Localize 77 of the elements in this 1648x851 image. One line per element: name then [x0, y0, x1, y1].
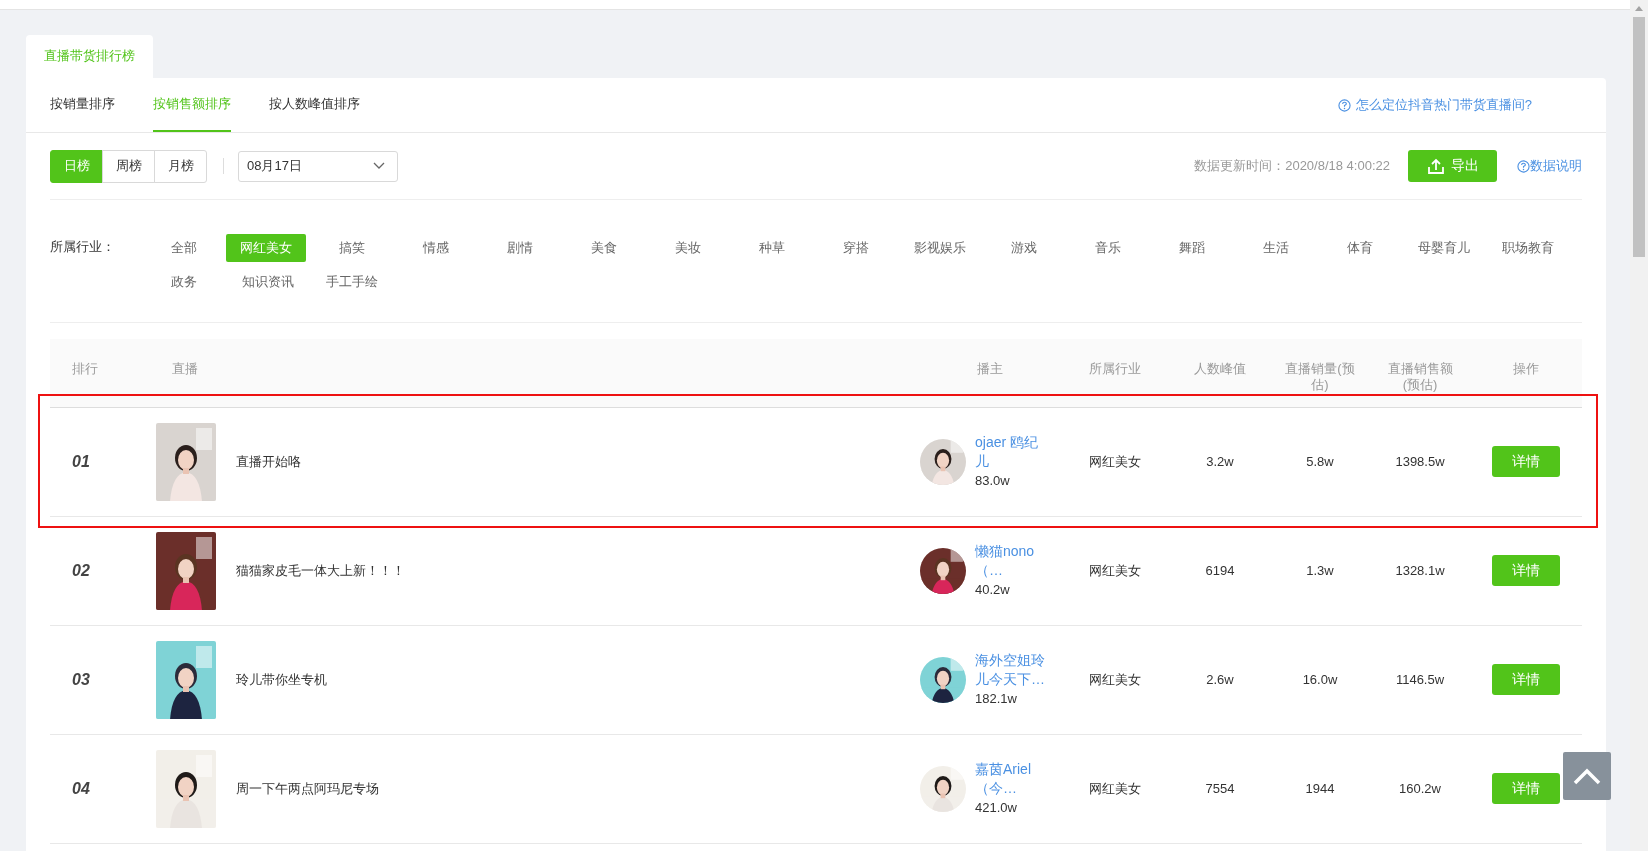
- live-title[interactable]: 猫猫家皮毛一体大上新！！！: [236, 561, 405, 580]
- table-cell: 16.0w: [1302, 672, 1338, 687]
- scroll-up-arrow-icon[interactable]: [1635, 6, 1643, 11]
- fan-count: 421.0w: [975, 799, 1018, 817]
- period-tab[interactable]: 月榜: [154, 149, 207, 183]
- industry-option[interactable]: 全部: [142, 234, 226, 262]
- table-cell: 1.3w: [1306, 563, 1334, 578]
- industry-option[interactable]: 舞蹈: [1150, 234, 1234, 262]
- table-cell: 3.2w: [1206, 454, 1234, 469]
- anchor-name[interactable]: 嘉茵Ariel（今…: [975, 760, 1049, 798]
- table-cell: 网红美女: [1089, 671, 1141, 687]
- column-header: 所属行业: [1089, 361, 1141, 376]
- industry-option[interactable]: 职场教育: [1486, 234, 1570, 262]
- industry-option[interactable]: 生活: [1234, 234, 1318, 262]
- industry-label: 所属行业：: [50, 238, 116, 256]
- scrollbar[interactable]: [1630, 0, 1648, 851]
- column-header: 直播: [172, 361, 198, 376]
- industry-option[interactable]: 母婴育儿: [1402, 234, 1486, 262]
- table-cell: 网红美女: [1089, 453, 1141, 469]
- column-header: 人数峰值: [1194, 361, 1246, 376]
- table-cell: 1944: [1305, 781, 1335, 796]
- sort-tab[interactable]: 按人数峰值排序: [269, 78, 360, 132]
- anchor-name[interactable]: 海外空姐玲儿今天下…: [975, 651, 1049, 689]
- column-header: 播主: [977, 361, 1003, 376]
- industry-option[interactable]: 知识资讯: [226, 268, 310, 296]
- industry-option[interactable]: 种草: [730, 234, 814, 262]
- rank-number: 03: [72, 670, 90, 688]
- help-link[interactable]: 怎么定位抖音热门带货直播间?: [1337, 96, 1532, 114]
- table-cell: 1398.5w: [1395, 454, 1445, 469]
- rank-number: 04: [72, 779, 90, 797]
- help-icon: [1517, 159, 1530, 173]
- back-to-top-button[interactable]: [1563, 752, 1611, 800]
- industry-option[interactable]: 美食: [562, 234, 646, 262]
- live-title[interactable]: 玲儿带你坐专机: [236, 670, 327, 689]
- industry-option[interactable]: 体育: [1318, 234, 1402, 262]
- industry-option[interactable]: 美妆: [646, 234, 730, 262]
- update-time: 数据更新时间：2020/8/18 4:00:22: [1194, 157, 1390, 175]
- fan-count: 182.1w: [975, 690, 1018, 708]
- upload-icon: [1426, 157, 1445, 175]
- fan-count: 83.0w: [975, 472, 1011, 490]
- rank-number: 01: [72, 452, 90, 470]
- live-title[interactable]: 直播开始咯: [236, 452, 301, 471]
- data-note-link[interactable]: 数据说明: [1517, 157, 1582, 175]
- column-header: 直播销售额(预估): [1387, 361, 1453, 392]
- sort-tab[interactable]: 按销量排序: [50, 78, 115, 132]
- industry-option[interactable]: 手工手绘: [310, 268, 394, 296]
- industry-option[interactable]: 影视娱乐: [898, 234, 982, 262]
- table-cell: 1328.1w: [1395, 563, 1445, 578]
- table-cell: 6194: [1205, 563, 1235, 578]
- anchor-name[interactable]: ojaer 鸥纪儿: [975, 433, 1049, 471]
- table-cell: 网红美女: [1089, 780, 1141, 796]
- chevron-down-icon: [373, 162, 385, 170]
- table-cell: 7554: [1205, 781, 1235, 796]
- industry-option[interactable]: 剧情: [478, 234, 562, 262]
- fan-count: 40.2w: [975, 581, 1011, 599]
- help-icon: [1337, 98, 1351, 112]
- industry-option[interactable]: 情感: [394, 234, 478, 262]
- date-select[interactable]: 08月17日: [238, 150, 398, 182]
- industry-option[interactable]: 音乐: [1066, 234, 1150, 262]
- scrollbar-thumb[interactable]: [1633, 17, 1645, 257]
- column-header: 排行: [72, 361, 98, 376]
- anchor-name[interactable]: 懒猫nono（…: [975, 542, 1049, 580]
- live-title[interactable]: 周一下午两点阿玛尼专场: [236, 779, 379, 798]
- industry-option[interactable]: 游戏: [982, 234, 1066, 262]
- industry-option[interactable]: 穿搭: [814, 234, 898, 262]
- chevron-up-icon: [1573, 767, 1601, 785]
- industry-option[interactable]: 政务: [142, 268, 226, 296]
- rank-number: 02: [72, 561, 90, 579]
- period-tab[interactable]: 周榜: [102, 149, 155, 183]
- table-cell: 2.6w: [1206, 672, 1234, 687]
- table-cell: 网红美女: [1089, 562, 1141, 578]
- column-header: 直播销量(预估): [1285, 361, 1355, 392]
- table-cell: 1146.5w: [1395, 672, 1445, 687]
- table-cell: 5.8w: [1306, 454, 1334, 469]
- industry-option[interactable]: 搞笑: [310, 234, 394, 262]
- table-cell: 160.2w: [1399, 781, 1441, 796]
- column-header: 操作: [1513, 361, 1539, 376]
